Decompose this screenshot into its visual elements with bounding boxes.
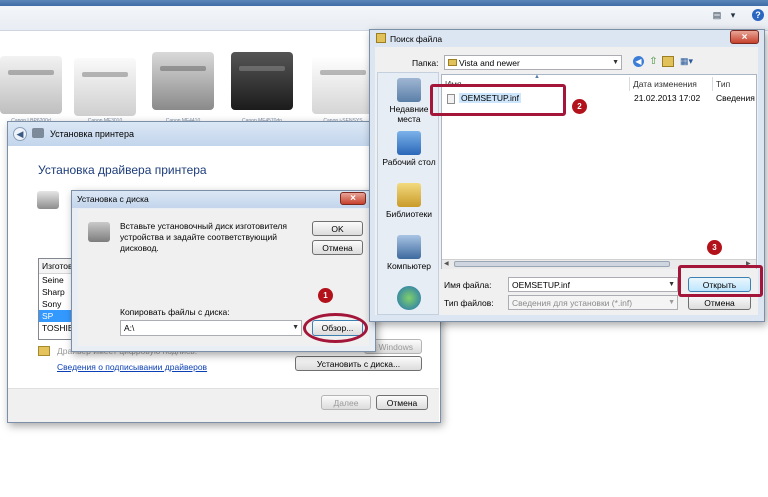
- folder-icon: [376, 33, 386, 43]
- button-bar: [8, 388, 439, 422]
- scroll-left-icon[interactable]: ◀: [444, 260, 449, 267]
- disk-drive-icon: [88, 222, 110, 242]
- recent-places-icon: [397, 78, 421, 102]
- chevron-down-icon[interactable]: ▼: [292, 321, 299, 335]
- callout-badge: 2: [572, 99, 587, 114]
- column-header-date[interactable]: Дата изменения: [630, 77, 713, 91]
- printer-image[interactable]: [152, 52, 214, 110]
- close-icon[interactable]: ×: [340, 192, 366, 205]
- computer-icon: [397, 235, 421, 259]
- new-folder-icon[interactable]: [662, 56, 674, 67]
- filetype-combo[interactable]: Сведения для установки (*.inf) ▼: [508, 295, 678, 310]
- disk-path-value: A:\: [124, 323, 135, 333]
- dialog-title: Установка с диска: [77, 194, 149, 204]
- up-folder-icon[interactable]: ⇧: [648, 56, 659, 67]
- printer-image[interactable]: [0, 56, 62, 114]
- window-title-strip: [0, 0, 768, 6]
- view-options-icon[interactable]: ▤: [711, 10, 723, 20]
- chevron-down-icon[interactable]: ▼: [612, 56, 619, 70]
- filename-value: OEMSETUP.inf: [512, 280, 570, 290]
- filename-combo[interactable]: OEMSETUP.inf ▼: [508, 277, 678, 292]
- place-computer[interactable]: Компьютер: [377, 235, 441, 271]
- network-icon: [397, 286, 421, 310]
- printer-driver-icon: [37, 191, 59, 209]
- filetype-value: Сведения для установки (*.inf): [512, 298, 633, 308]
- folder-label: Папка:: [412, 58, 439, 68]
- folder-combo[interactable]: Vista and newer ▼: [444, 55, 622, 70]
- cancel-button[interactable]: Отмена: [688, 295, 751, 310]
- chevron-down-icon[interactable]: ▾: [727, 10, 739, 20]
- close-icon[interactable]: ×: [730, 30, 759, 44]
- next-button[interactable]: Далее: [321, 395, 371, 410]
- driver-signing-link[interactable]: Сведения о подписывании драйверов: [57, 362, 207, 372]
- view-menu-icon[interactable]: ▦▾: [680, 56, 698, 67]
- scrollbar-thumb[interactable]: [454, 261, 670, 267]
- place-libraries[interactable]: Библиотеки: [377, 183, 441, 219]
- filename-label: Имя файла:: [444, 280, 492, 290]
- back-arrow-icon[interactable]: ◀: [13, 127, 27, 141]
- printer-icon: [32, 128, 44, 138]
- page-heading: Установка драйвера принтера: [38, 163, 207, 177]
- signed-driver-icon: [38, 346, 50, 356]
- printer-image[interactable]: [74, 58, 136, 116]
- disk-path-combo[interactable]: A:\ ▼: [120, 320, 302, 336]
- copy-files-label: Копировать файлы с диска:: [120, 307, 230, 317]
- insert-disk-message: Вставьте установочный диск изготовителя …: [120, 221, 287, 253]
- highlight-rect-open: [678, 265, 763, 297]
- desktop-icon: [397, 131, 421, 155]
- folder-icon: [448, 59, 457, 66]
- sort-ascending-icon: ▲: [534, 74, 540, 80]
- libraries-icon: [397, 183, 421, 207]
- highlight-ring-browse: [303, 313, 368, 343]
- callout-badge: 3: [707, 240, 722, 255]
- dialog-title: Поиск файла: [390, 34, 443, 44]
- chevron-down-icon[interactable]: ▼: [668, 278, 675, 292]
- cancel-button[interactable]: Отмена: [312, 240, 363, 255]
- printer-image[interactable]: [231, 52, 293, 110]
- file-type-cell: Сведения: [716, 93, 755, 103]
- ok-button[interactable]: OK: [312, 221, 363, 236]
- callout-badge: 1: [318, 288, 333, 303]
- printer-image[interactable]: [312, 56, 374, 114]
- help-icon[interactable]: ?: [752, 9, 764, 21]
- place-network[interactable]: [377, 286, 441, 312]
- back-icon[interactable]: ◀: [633, 56, 644, 67]
- column-header-type[interactable]: Тип: [713, 77, 756, 91]
- cancel-button[interactable]: Отмена: [376, 395, 428, 410]
- have-disk-button[interactable]: Установить с диска...: [295, 356, 422, 371]
- chevron-down-icon[interactable]: ▼: [668, 296, 675, 310]
- highlight-rect-file: [430, 84, 566, 116]
- window-title: Установка принтера: [50, 129, 134, 139]
- filetype-label: Тип файлов:: [444, 298, 494, 308]
- place-desktop[interactable]: Рабочий стол: [377, 131, 441, 167]
- folder-value: Vista and newer: [459, 58, 520, 68]
- file-date-cell: 21.02.2013 17:02: [634, 93, 701, 103]
